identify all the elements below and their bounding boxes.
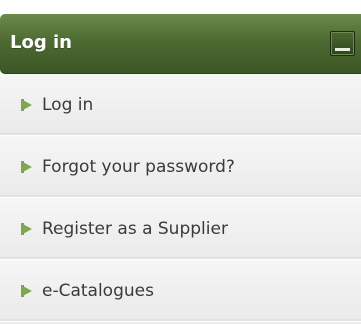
menu-item-e-catalogues[interactable]: e-Catalogues — [0, 260, 361, 322]
login-menu: Log in Forgot your password? Register as… — [0, 74, 361, 324]
collapse-button[interactable] — [330, 31, 355, 56]
menu-item-label[interactable]: Register as a Supplier — [42, 219, 228, 239]
menu-item-label[interactable]: e-Catalogues — [42, 281, 154, 301]
panel-title: Log in — [10, 32, 72, 53]
menu-item-label[interactable]: Forgot your password? — [42, 157, 235, 177]
green-triangle-bullet-icon — [21, 99, 32, 111]
menu-item-forgot-password[interactable]: Forgot your password? — [0, 136, 361, 198]
login-panel: Log in Log in Forgot your password? Regi… — [0, 14, 361, 324]
green-triangle-bullet-icon — [21, 161, 32, 173]
green-triangle-bullet-icon — [21, 223, 32, 235]
minus-icon — [335, 48, 350, 51]
menu-item-register-supplier[interactable]: Register as a Supplier — [0, 198, 361, 260]
menu-item-label[interactable]: Log in — [42, 95, 93, 115]
green-triangle-bullet-icon — [21, 285, 32, 297]
panel-header: Log in — [0, 14, 361, 74]
menu-item-log-in[interactable]: Log in — [0, 74, 361, 136]
